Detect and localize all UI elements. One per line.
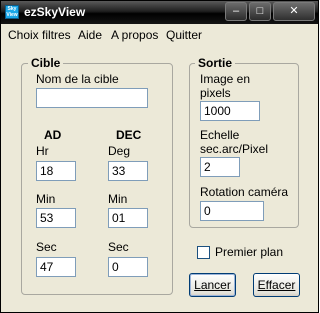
echelle-label-line1: Echelle	[200, 128, 240, 142]
deg-label: Deg	[108, 144, 131, 158]
hr-label: Hr	[36, 144, 49, 158]
sec-dec-label: Sec	[108, 240, 129, 254]
menu-bar: Choix filtres Aide A propos Quitter	[1, 25, 318, 45]
deg-input[interactable]	[108, 161, 148, 181]
title-bar[interactable]: Sky View ezSkyView – □ ✕	[1, 1, 318, 24]
sortie-legend: Sortie	[195, 56, 236, 70]
sec-dec-input[interactable]	[108, 257, 148, 277]
min-dec-input[interactable]	[108, 208, 148, 228]
menu-quitter[interactable]: Quitter	[166, 28, 202, 42]
image-label-line1: Image en	[200, 72, 251, 86]
sec-ad-input[interactable]	[36, 257, 76, 277]
dec-label: DEC	[116, 128, 142, 142]
minimize-icon: –	[232, 5, 240, 17]
image-pixels-input[interactable]	[200, 101, 260, 121]
lancer-button[interactable]: Lancer	[189, 273, 236, 297]
minimize-button[interactable]: –	[225, 2, 247, 21]
image-label-line2: pixels	[200, 86, 231, 100]
app-icon: Sky View	[5, 5, 19, 19]
rotation-label: Rotation caméra	[200, 185, 289, 199]
premier-plan-label[interactable]: Premier plan	[215, 245, 283, 259]
min-dec-label: Min	[108, 192, 128, 206]
close-button[interactable]: ✕	[273, 2, 315, 21]
hr-input[interactable]	[36, 161, 76, 181]
app-window: Sky View ezSkyView – □ ✕ Choix filtres A…	[0, 0, 319, 313]
effacer-button-label: Effacer	[257, 278, 296, 292]
cible-legend: Cible	[28, 56, 64, 70]
echelle-label-line2: sec.arc/Pixel	[200, 142, 269, 156]
min-ad-input[interactable]	[36, 208, 76, 228]
menu-aide[interactable]: Aide	[78, 28, 102, 42]
ad-label: AD	[44, 128, 62, 142]
menu-a-propos[interactable]: A propos	[111, 28, 158, 42]
close-icon: ✕	[289, 5, 299, 17]
premier-plan-checkbox[interactable]	[197, 246, 210, 259]
maximize-icon: □	[256, 5, 264, 17]
maximize-button[interactable]: □	[249, 2, 271, 21]
nom-cible-label: Nom de la cible	[36, 72, 119, 86]
window-title: ezSkyView	[24, 5, 86, 19]
rotation-input[interactable]	[200, 201, 264, 221]
sec-ad-label: Sec	[36, 240, 57, 254]
menu-choix-filtres[interactable]: Choix filtres	[8, 28, 71, 42]
min-ad-label: Min	[36, 192, 56, 206]
lancer-button-label: Lancer	[194, 278, 231, 292]
echelle-input[interactable]	[200, 157, 240, 177]
app-icon-text: Sky View	[6, 6, 18, 18]
nom-cible-input[interactable]	[36, 88, 148, 108]
effacer-button[interactable]: Effacer	[253, 273, 300, 297]
